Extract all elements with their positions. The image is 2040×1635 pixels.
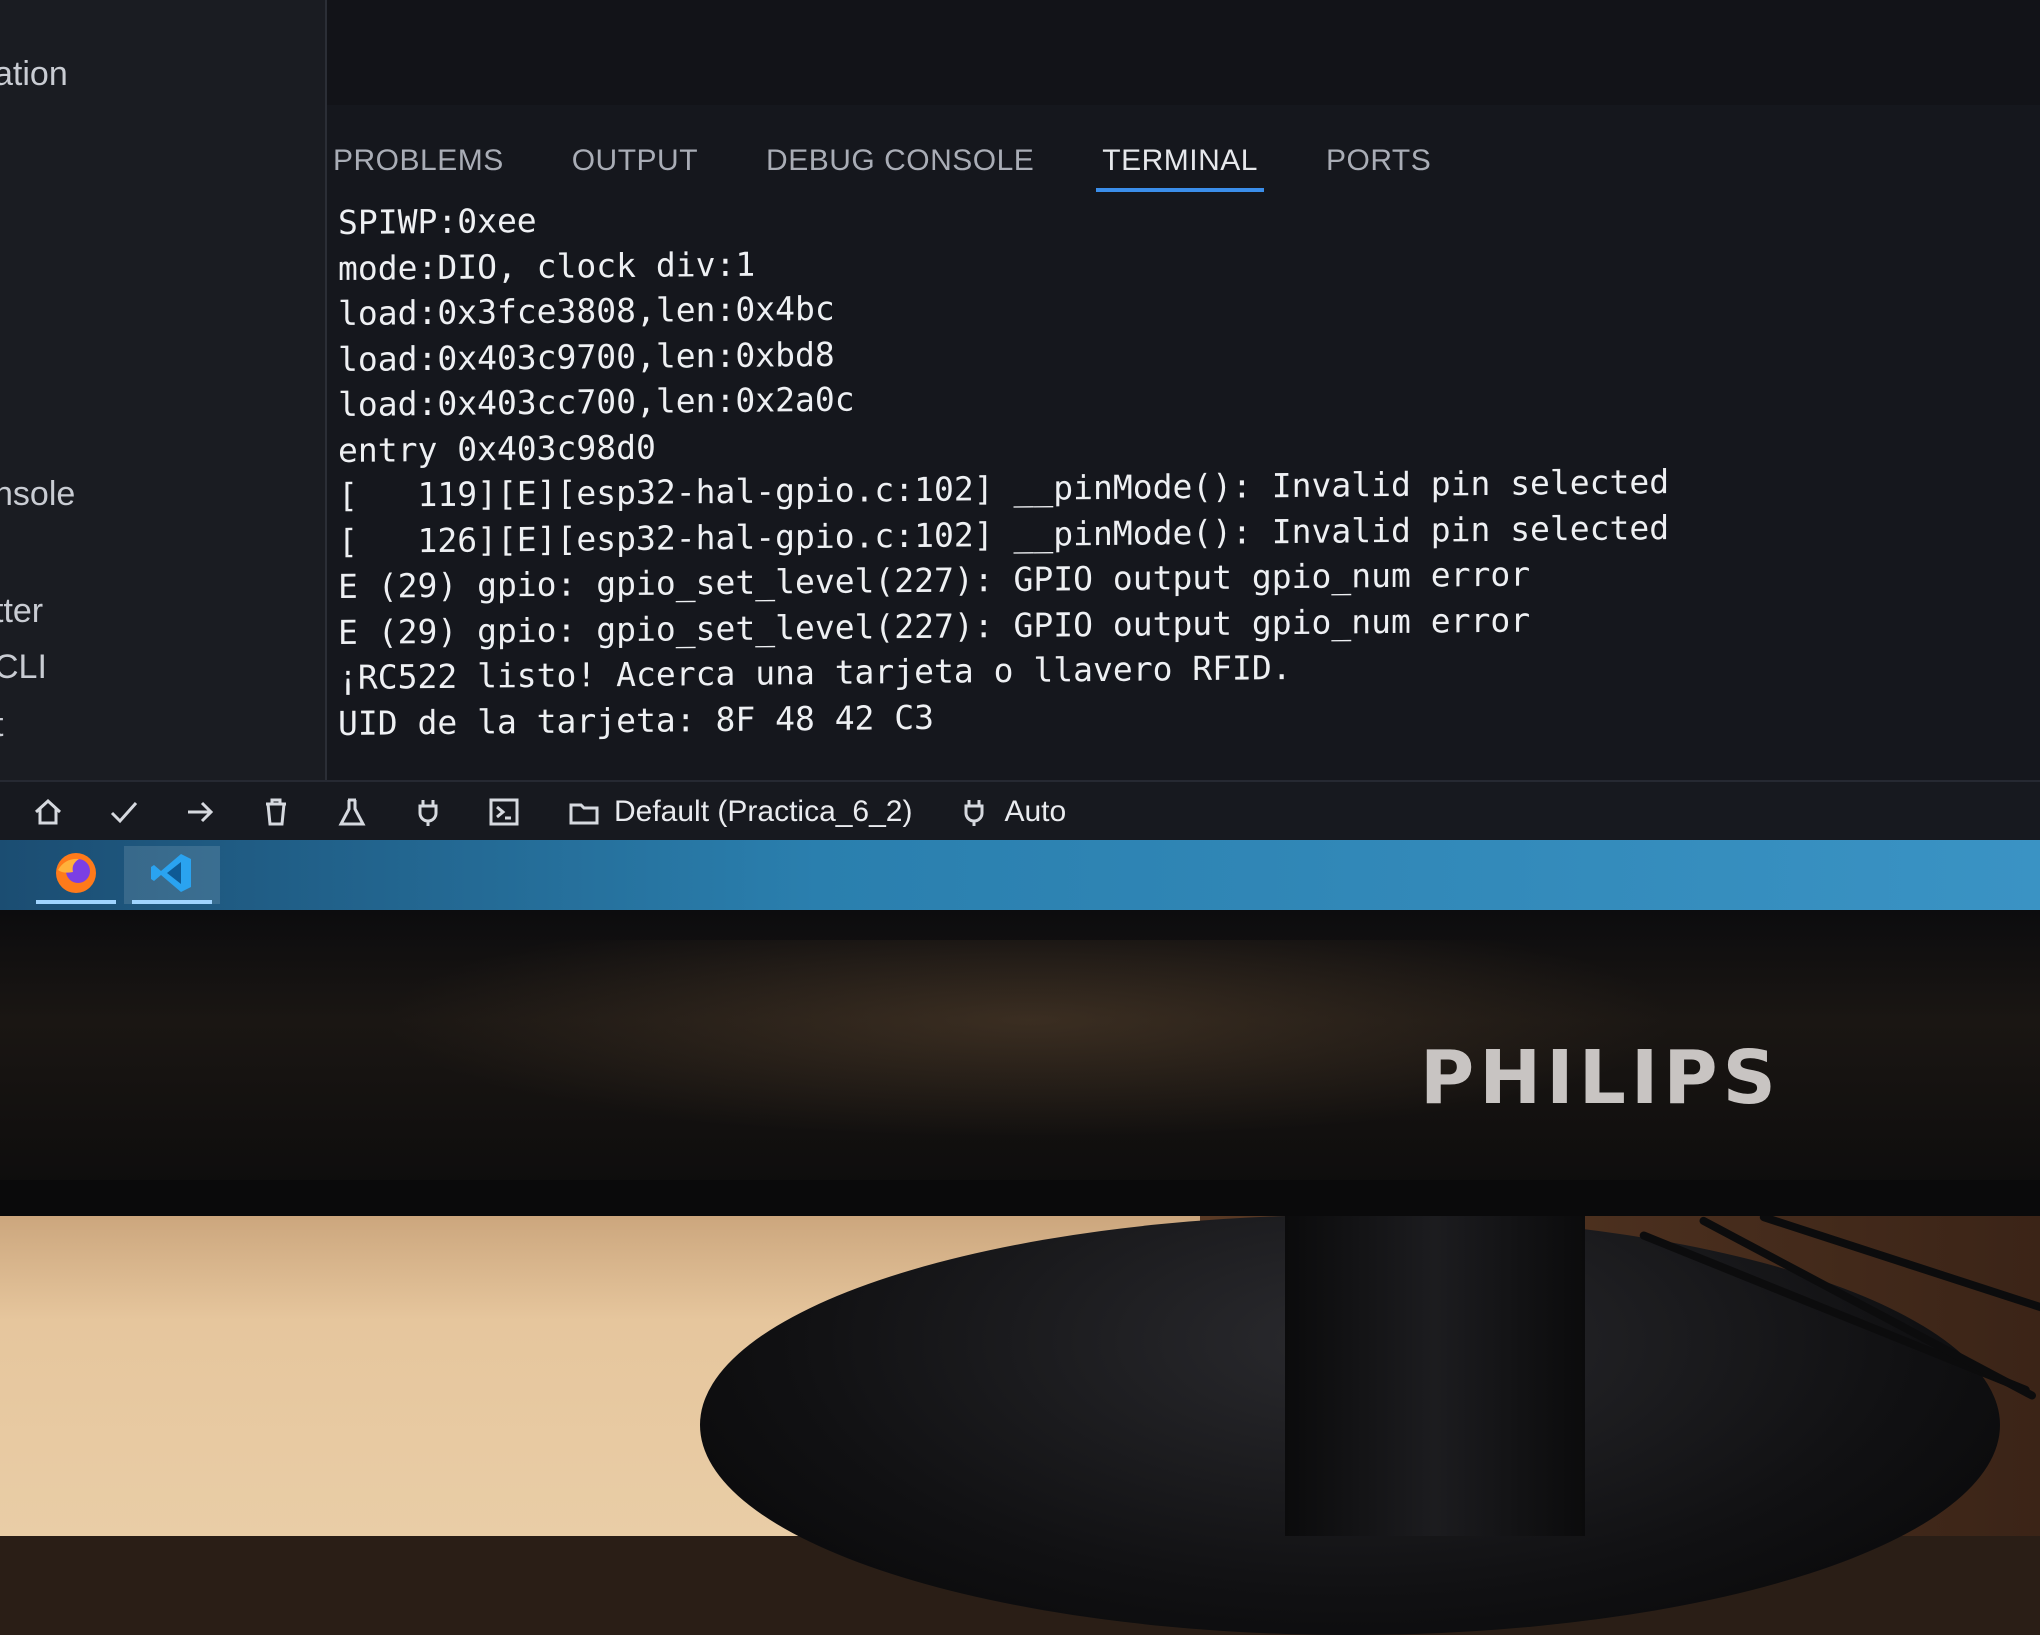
active-indicator <box>132 900 212 904</box>
port-selector[interactable]: Auto <box>1004 795 1066 829</box>
terminal-icon[interactable] <box>486 794 522 830</box>
env-selector[interactable]: Default (Practica_6_2) <box>614 795 912 829</box>
arrow-right-icon[interactable] <box>182 794 218 830</box>
flask-icon[interactable] <box>334 794 370 830</box>
plug-icon[interactable] <box>410 794 446 830</box>
taskbar-firefox[interactable] <box>28 846 124 904</box>
tab-terminal[interactable]: TERMINAL <box>1096 144 1264 192</box>
trash-icon[interactable] <box>258 794 294 830</box>
monitor-screen: ation nsole tter CLI t PROBLEMS OUTPUT D… <box>0 0 2040 910</box>
plug-icon[interactable] <box>956 794 992 830</box>
sidebar-item-partial[interactable]: t <box>0 706 3 745</box>
sidebar-item-partial[interactable]: tter <box>0 592 43 631</box>
status-bar: Default (Practica_6_2) Auto <box>0 780 2040 842</box>
tab-output[interactable]: OUTPUT <box>572 144 698 188</box>
vscode-icon <box>149 850 195 900</box>
sidebar-item-partial[interactable]: CLI <box>0 648 47 687</box>
active-indicator <box>36 900 116 904</box>
brand-logo: PHILIPS <box>1420 1035 1781 1121</box>
check-icon[interactable] <box>106 794 142 830</box>
sidebar-item-partial[interactable]: nsole <box>0 475 75 514</box>
folder-env-icon[interactable] <box>566 794 602 830</box>
sidebar: ation nsole tter CLI t <box>0 0 327 780</box>
terminal-output[interactable]: SPIWP:0xee mode:DIO, clock div:1 load:0x… <box>338 184 1838 746</box>
tab-problems[interactable]: PROBLEMS <box>333 144 504 188</box>
taskbar <box>0 840 2040 910</box>
home-icon[interactable] <box>30 794 66 830</box>
monitor-stand-neck <box>1285 1205 1585 1536</box>
editor-top-area <box>270 0 2040 105</box>
sidebar-item-partial[interactable]: ation <box>0 55 68 94</box>
firefox-icon <box>53 850 99 900</box>
bezel-bottom-edge <box>0 1180 2040 1216</box>
tab-debug-console[interactable]: DEBUG CONSOLE <box>766 144 1034 188</box>
panel-tabs: PROBLEMS OUTPUT DEBUG CONSOLE TERMINAL P… <box>333 128 1499 192</box>
taskbar-vscode[interactable] <box>124 846 220 904</box>
tab-ports[interactable]: PORTS <box>1326 144 1431 188</box>
